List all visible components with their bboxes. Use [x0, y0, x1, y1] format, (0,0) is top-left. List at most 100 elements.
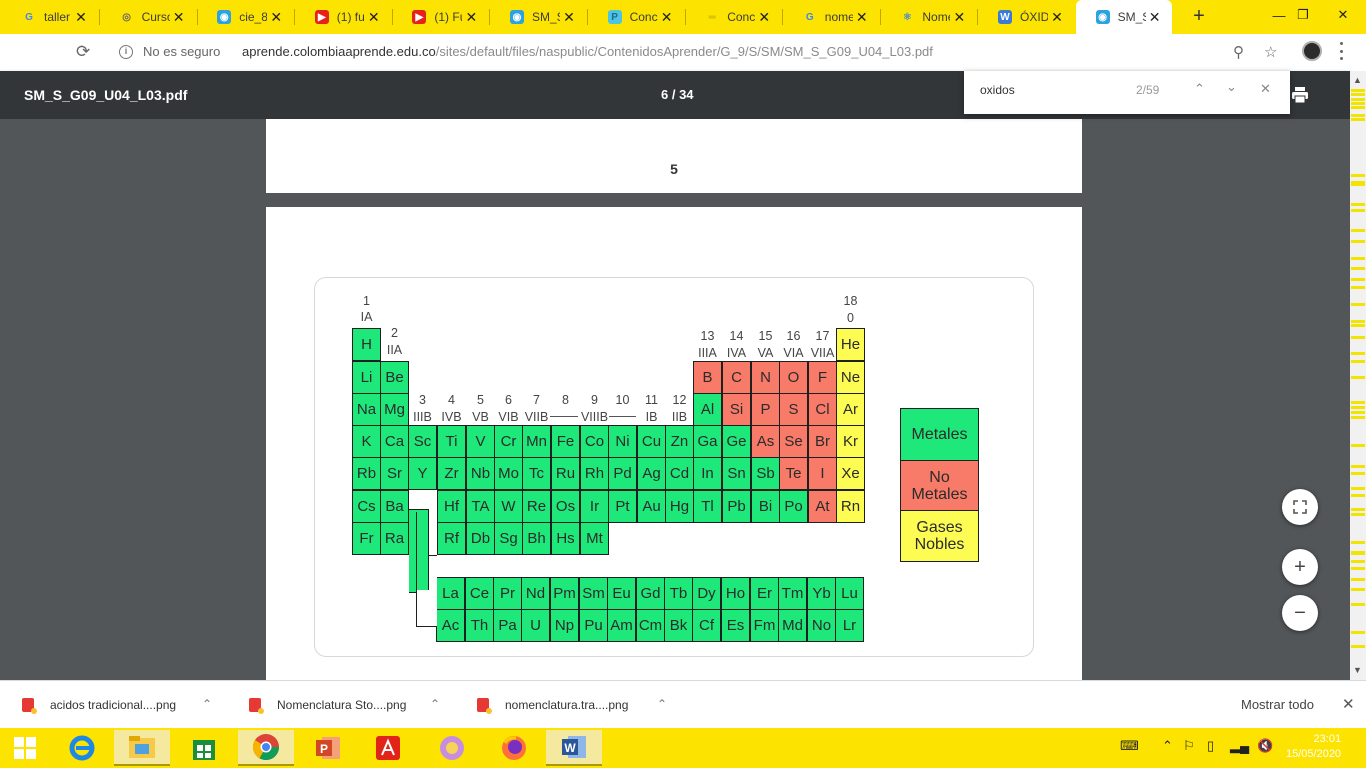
svg-text:P: P: [320, 742, 328, 756]
tab-5[interactable]: ◉ SM_S✕: [490, 0, 586, 34]
p-icon: P: [607, 10, 622, 24]
taskbar-powerpoint[interactable]: P: [300, 730, 356, 766]
close-tab-icon[interactable]: ✕: [269, 10, 283, 24]
globe-icon: [440, 736, 464, 760]
close-tab-icon[interactable]: ✕: [952, 10, 966, 24]
find-match-marker: [1351, 376, 1365, 379]
close-tab-icon[interactable]: ✕: [1148, 10, 1162, 24]
show-hidden-icons-icon[interactable]: ⌃: [1162, 738, 1173, 754]
find-close-icon[interactable]: ✕: [1260, 81, 1271, 97]
close-tab-icon[interactable]: ✕: [172, 10, 186, 24]
tab-0[interactable]: Gtaller ✕: [2, 0, 98, 34]
page-indicator[interactable]: 6 / 34: [661, 87, 694, 102]
download-item[interactable]: acidos tradicional....png: [22, 681, 176, 729]
new-tab-button[interactable]: +: [1188, 6, 1210, 28]
svg-text:W: W: [564, 741, 576, 755]
taskbar-acrobat[interactable]: [360, 730, 416, 766]
search-page-icon[interactable]: ⚲: [1233, 43, 1244, 61]
tab-3[interactable]: ▶ (1) fu ✕: [295, 0, 391, 34]
find-match-marker: [1351, 278, 1365, 281]
taskbar-firefox[interactable]: [486, 730, 542, 766]
download-item[interactable]: Nomenclatura Sto....png: [249, 681, 406, 729]
close-tab-icon[interactable]: ✕: [367, 10, 381, 24]
close-tab-icon[interactable]: ✕: [1050, 10, 1064, 24]
element-pr: Pr: [493, 577, 522, 610]
tab-9[interactable]: ⚛ Nome✕: [880, 0, 976, 34]
element-am: Am: [607, 609, 636, 642]
scrollbar[interactable]: ▲ ▼: [1350, 71, 1366, 680]
volume-muted-icon[interactable]: 🔇: [1257, 738, 1273, 754]
tab-1[interactable]: ◎ Curso✕: [100, 0, 196, 34]
clock[interactable]: 23:01 15/05/2020: [1286, 732, 1341, 762]
close-window-button[interactable]: ✕: [1320, 0, 1366, 30]
element-ca: Ca: [380, 425, 409, 458]
zoom-in-button[interactable]: +: [1282, 549, 1318, 585]
legend-nonmetals: No Metales: [900, 460, 979, 511]
scroll-up-icon[interactable]: ▲: [1353, 75, 1362, 85]
tab-8[interactable]: Gnome ✕: [783, 0, 879, 34]
network-signal-icon[interactable]: ▂▄: [1230, 738, 1249, 754]
element-tc: Tc: [522, 457, 551, 490]
word-icon: W: [562, 736, 586, 758]
taskbar-app-globe[interactable]: [424, 730, 480, 766]
menu-icon[interactable]: [1340, 42, 1344, 60]
find-previous-icon[interactable]: ⌃: [1194, 81, 1205, 97]
find-match-marker: [1351, 513, 1365, 516]
find-next-icon[interactable]: ⌄: [1226, 79, 1237, 95]
fit-page-button[interactable]: [1282, 489, 1318, 525]
device-icon[interactable]: ▯: [1207, 738, 1214, 754]
find-match-marker: [1351, 560, 1365, 563]
close-tab-icon[interactable]: ✕: [562, 10, 576, 24]
tab-4[interactable]: ▶ (1) Fu✕: [392, 0, 488, 34]
flag-icon[interactable]: ⚐: [1183, 738, 1195, 754]
tab-10[interactable]: W ÓXID ✕: [978, 0, 1074, 34]
element-mg: Mg: [380, 393, 409, 426]
tab-label: nome: [824, 10, 853, 24]
tab-2[interactable]: ◉ cie_8_✕: [197, 0, 293, 34]
tab-label: taller: [44, 10, 71, 24]
close-tab-icon[interactable]: ✕: [757, 10, 771, 24]
close-tab-icon[interactable]: ✕: [660, 10, 674, 24]
profile-avatar[interactable]: [1302, 41, 1322, 61]
url-field[interactable]: aprende.colombiaaprende.edu.co/sites/def…: [242, 44, 933, 59]
close-tab-icon[interactable]: ✕: [464, 10, 478, 24]
start-button[interactable]: [0, 730, 50, 766]
element-p: P: [751, 393, 780, 426]
taskbar-file-explorer[interactable]: [114, 730, 170, 766]
download-item[interactable]: nomenclatura.tra....png: [477, 681, 628, 729]
close-tab-icon[interactable]: ✕: [855, 10, 869, 24]
taskbar-ie[interactable]: [54, 730, 110, 766]
find-match-marker: [1351, 114, 1365, 117]
bookmark-star-icon[interactable]: ☆: [1264, 43, 1277, 61]
tab-label: ÓXID: [1020, 10, 1048, 24]
keyboard-icon[interactable]: ⌨: [1120, 738, 1139, 754]
tab-7[interactable]: ═ Conce✕: [685, 0, 781, 34]
element-es: Es: [721, 609, 750, 642]
find-input[interactable]: oxidos: [980, 83, 1015, 97]
chevron-up-icon[interactable]: ⌃: [202, 697, 212, 711]
element-in: In: [693, 457, 722, 490]
close-tab-icon[interactable]: ✕: [74, 10, 88, 24]
find-match-marker: [1351, 320, 1365, 323]
group-number: 3: [419, 393, 426, 407]
legend-noble-line2: Nobles: [914, 536, 965, 553]
tab-label: SM_S: [532, 10, 560, 24]
taskbar-word[interactable]: W: [546, 730, 602, 766]
taskbar-store[interactable]: [176, 730, 232, 766]
element-at: At: [808, 490, 837, 523]
show-all-downloads-link[interactable]: Mostrar todo: [1241, 697, 1314, 712]
reload-icon[interactable]: ⟳: [76, 42, 90, 62]
element-hs: Hs: [551, 522, 580, 555]
chevron-up-icon[interactable]: ⌃: [430, 697, 440, 711]
taskbar-chrome[interactable]: [238, 730, 294, 766]
find-match-marker: [1351, 411, 1365, 414]
tab-11[interactable]: ◉ SM_S✕: [1075, 0, 1172, 34]
chevron-up-icon[interactable]: ⌃: [657, 697, 667, 711]
tab-6[interactable]: P Conce✕: [588, 0, 684, 34]
zoom-out-button[interactable]: −: [1282, 595, 1318, 631]
close-downloads-icon[interactable]: ✕: [1342, 695, 1355, 713]
element-ni: Ni: [608, 425, 637, 458]
print-icon[interactable]: [1291, 86, 1309, 104]
scroll-down-icon[interactable]: ▼: [1353, 665, 1362, 675]
security-indicator[interactable]: i No es seguro: [119, 44, 220, 59]
